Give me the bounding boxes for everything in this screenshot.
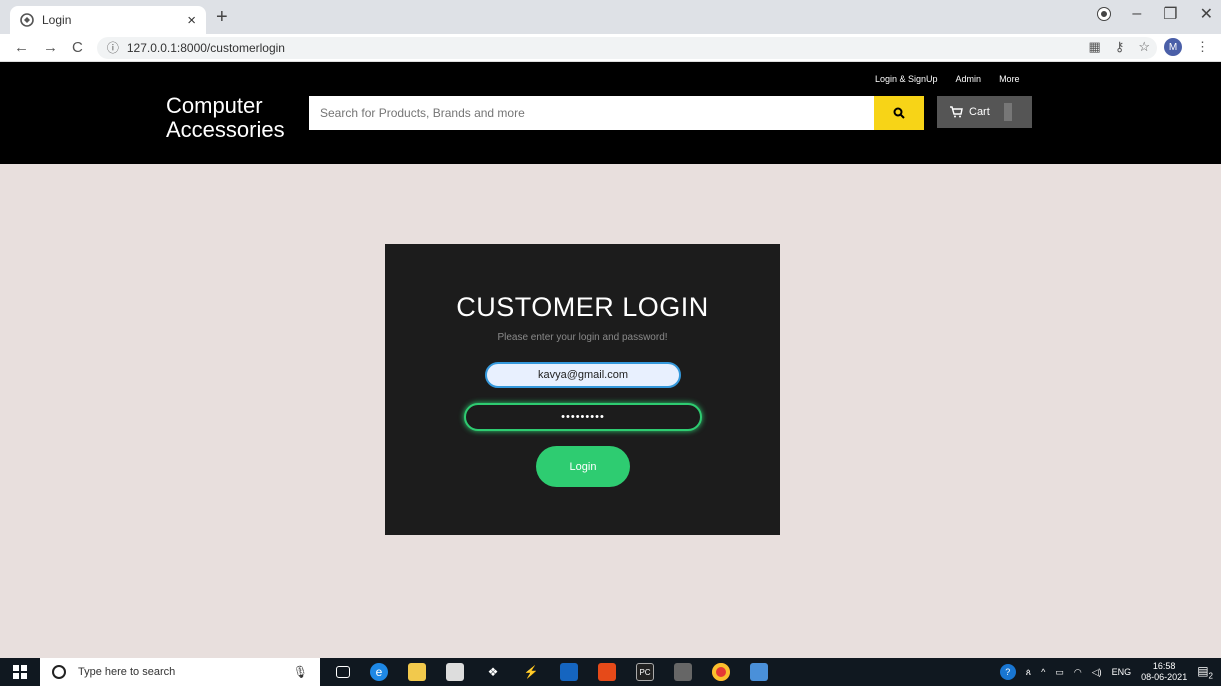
clock-time: 16:58 [1152, 661, 1176, 671]
taskbar-search-placeholder: Type here to search [78, 666, 176, 678]
clock[interactable]: 16:58 08-06-2021 [1141, 661, 1187, 683]
login-button[interactable]: Login [536, 446, 630, 487]
search-button[interactable] [874, 96, 924, 130]
photos-icon[interactable] [750, 663, 768, 681]
wifi-icon[interactable]: ◠ [1074, 667, 1082, 678]
profile-avatar[interactable]: M [1164, 38, 1182, 56]
notification-count: 2 [1208, 671, 1213, 681]
cart-button[interactable]: Cart [937, 96, 1032, 128]
email-field[interactable] [485, 362, 681, 388]
login-title: CUSTOMER LOGIN [456, 292, 709, 322]
task-view-icon[interactable] [336, 666, 350, 678]
start-button[interactable] [0, 658, 40, 686]
close-window-button[interactable]: ✕ [1200, 4, 1213, 24]
more-link[interactable]: More [999, 74, 1020, 84]
restore-button[interactable]: ❐ [1163, 4, 1177, 24]
back-button[interactable]: ← [14, 39, 29, 56]
chrome-icon[interactable] [712, 663, 730, 681]
search-icon [893, 107, 905, 119]
menu-dots-icon[interactable]: ⋮ [1196, 39, 1209, 55]
tab-close-icon[interactable]: × [187, 12, 196, 29]
terminal-icon[interactable] [674, 663, 692, 681]
taskbar: Type here to search 🎙 e ❖ ⚡ PC ? ጰ ^ ▭ ◠… [0, 658, 1221, 686]
browser-tab[interactable]: Login × [10, 6, 206, 34]
volume-icon[interactable]: ◁) [1092, 667, 1102, 678]
url-field[interactable]: ⓘ 127.0.0.1:8000/customerlogin [96, 36, 1157, 59]
chevron-up-icon[interactable]: ^ [1041, 667, 1045, 677]
forward-button[interactable]: → [43, 39, 58, 56]
notification-icon[interactable]: ▤2 [1197, 664, 1213, 680]
product-search-input[interactable] [309, 96, 874, 130]
taskbar-search[interactable]: Type here to search 🎙 [40, 658, 320, 686]
cortana-icon [52, 665, 66, 679]
battery-icon[interactable]: ▭ [1055, 667, 1064, 678]
record-icon[interactable] [1098, 8, 1111, 20]
office-icon[interactable] [598, 663, 616, 681]
address-bar-icons: ▦ ⚷ ☆ M ⋮ [1089, 38, 1209, 56]
cart-label: Cart [969, 106, 990, 118]
url-text: 127.0.0.1:8000/customerlogin [126, 40, 285, 55]
window-controls: – ❐ ✕ [1098, 4, 1213, 24]
brand-line-2: Accessories [166, 117, 285, 142]
system-tray: ? ጰ ^ ▭ ◠ ◁) ENG 16:58 08-06-2021 ▤2 [999, 658, 1213, 686]
minimize-button[interactable]: – [1132, 5, 1141, 23]
file-explorer-icon[interactable] [408, 663, 426, 681]
brand-line-1: Computer [166, 93, 263, 118]
edge-icon[interactable]: e [370, 663, 388, 681]
globe-icon [20, 13, 34, 27]
language-indicator[interactable]: ENG [1112, 667, 1132, 677]
site-header: Computer Accessories Login & SignUp Admi… [0, 62, 1221, 164]
cart-icon [950, 106, 963, 118]
info-icon[interactable]: ⓘ [107, 39, 119, 56]
people-icon[interactable]: ጰ [1026, 667, 1031, 678]
cart-count-badge [1003, 103, 1012, 121]
microphone-icon[interactable]: 🎙 [293, 665, 308, 679]
bookmark-star-icon[interactable]: ☆ [1138, 39, 1150, 55]
windows-logo-icon [13, 665, 27, 679]
login-card: CUSTOMER LOGIN Please enter your login a… [385, 244, 780, 535]
qr-code-icon[interactable]: ▦ [1089, 39, 1101, 55]
address-bar: ← → C ⓘ 127.0.0.1:8000/customerlogin ▦ ⚷… [0, 34, 1221, 62]
vscode-icon[interactable]: ⚡ [522, 663, 540, 681]
reload-button[interactable]: C [72, 39, 83, 56]
admin-link[interactable]: Admin [956, 74, 982, 84]
clock-date: 08-06-2021 [1141, 672, 1188, 682]
pycharm-icon[interactable]: PC [636, 663, 654, 681]
tab-title: Login [42, 13, 72, 27]
dropbox-icon[interactable]: ❖ [484, 663, 502, 681]
site-brand[interactable]: Computer Accessories [166, 94, 285, 142]
password-field[interactable] [464, 403, 702, 431]
help-icon[interactable]: ? [999, 664, 1016, 680]
store-icon[interactable] [446, 663, 464, 681]
header-top-links: Login & SignUp Admin More [875, 74, 1020, 84]
key-icon[interactable]: ⚷ [1115, 39, 1125, 55]
taskbar-apps: e ❖ ⚡ PC [336, 663, 768, 681]
new-tab-button[interactable]: + [216, 7, 228, 27]
login-signup-link[interactable]: Login & SignUp [875, 74, 938, 84]
mail-icon[interactable] [560, 663, 578, 681]
browser-tab-strip: Login × + – ❐ ✕ [0, 0, 1221, 34]
login-subtitle: Please enter your login and password! [497, 332, 668, 343]
